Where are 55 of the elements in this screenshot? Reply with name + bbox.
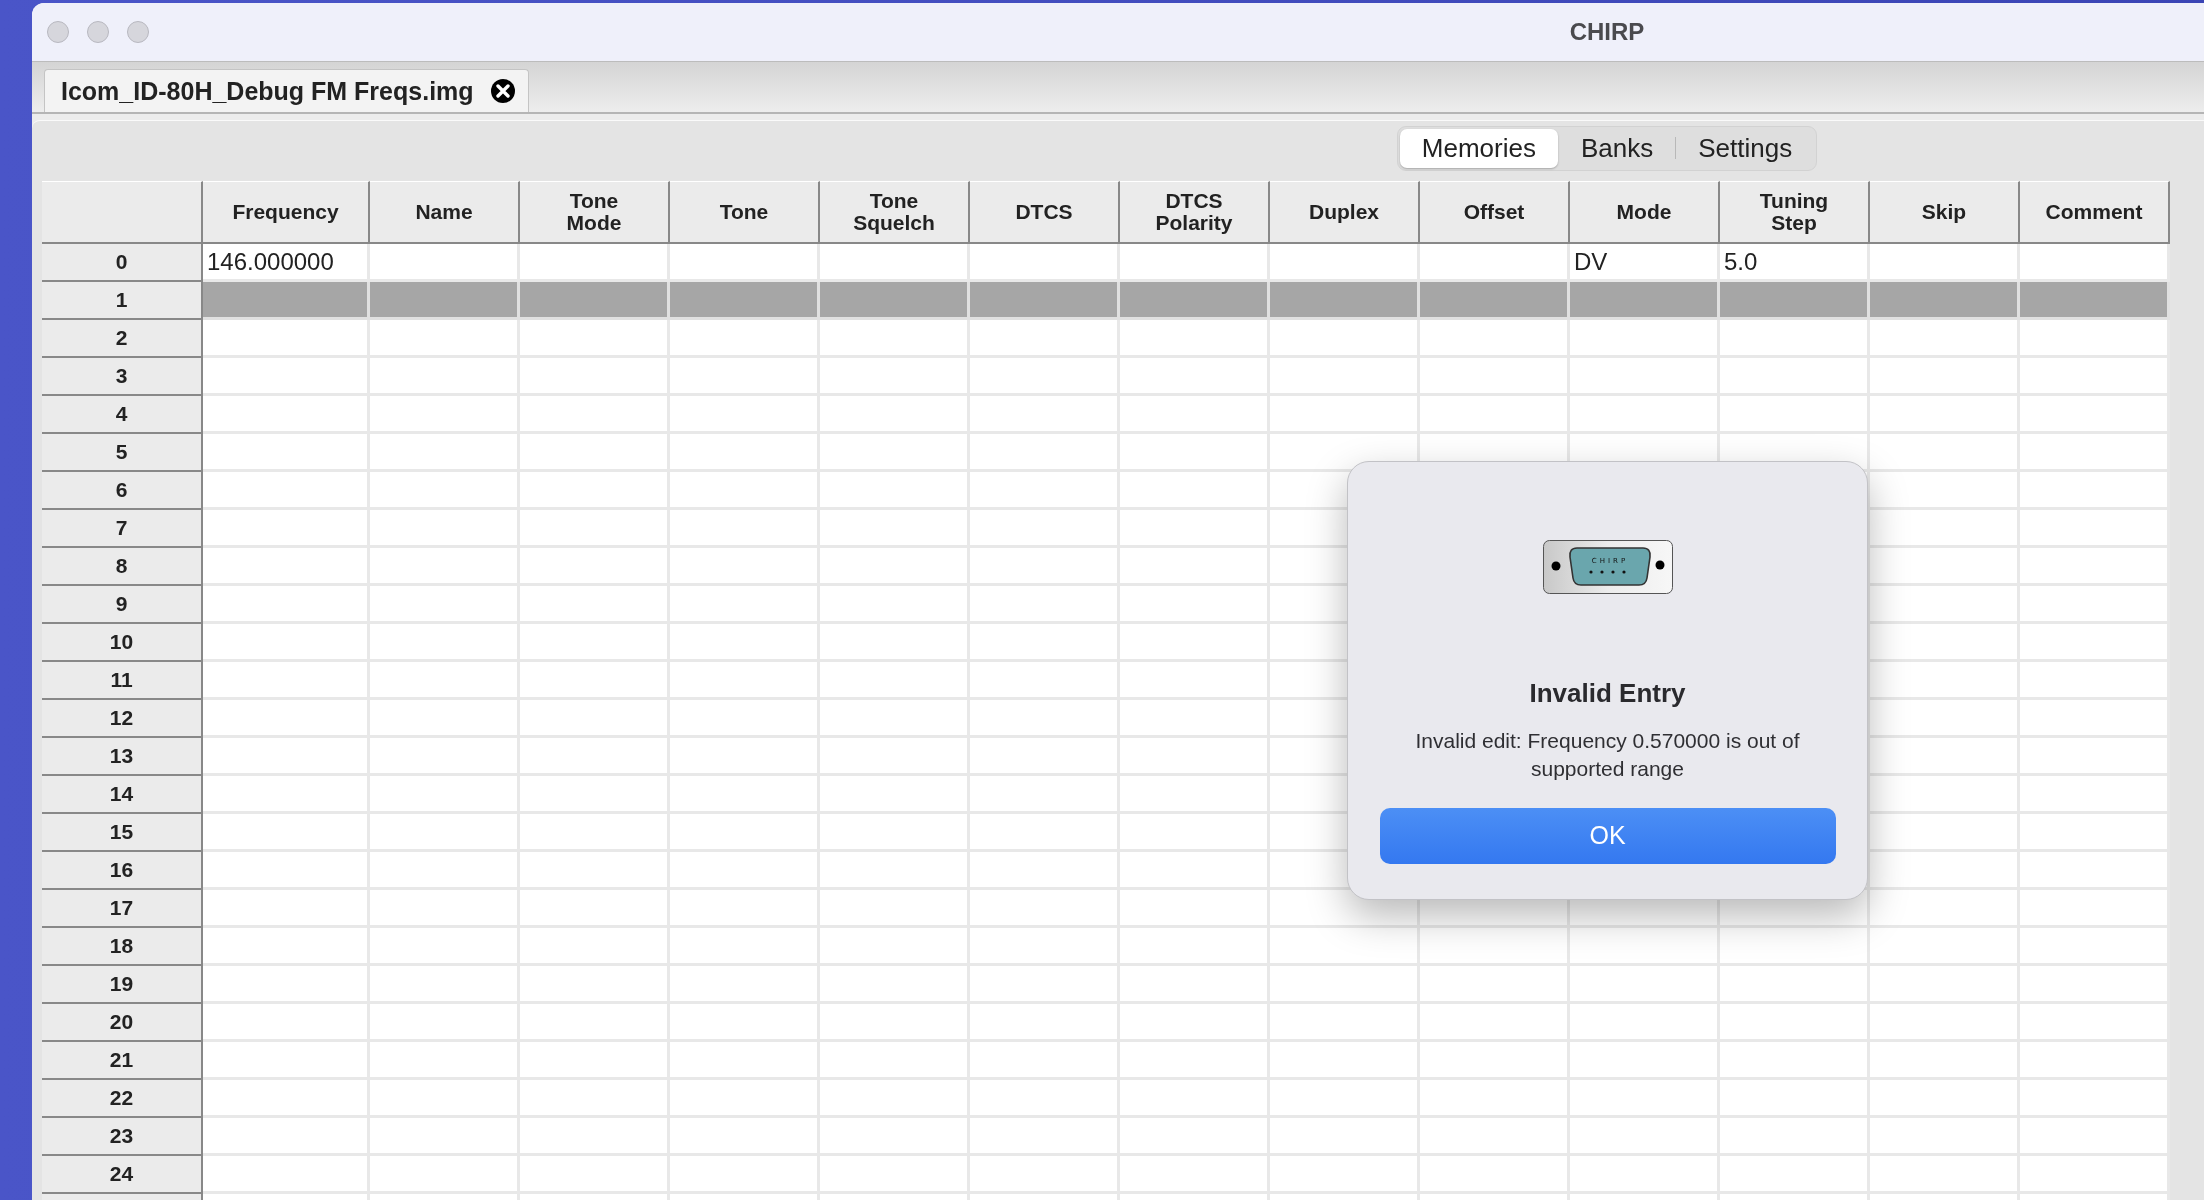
row-number[interactable]: 0 xyxy=(42,244,203,282)
column-header[interactable]: Tone Mode xyxy=(520,181,670,244)
row-number[interactable]: 16 xyxy=(42,852,203,890)
row-number[interactable]: 23 xyxy=(42,1118,203,1156)
row-number[interactable]: 5 xyxy=(42,434,203,472)
row-number[interactable]: 12 xyxy=(42,700,203,738)
ok-button[interactable]: OK xyxy=(1379,807,1836,864)
column-header[interactable]: Skip xyxy=(1870,181,2020,244)
table-cell: 5.0 xyxy=(1720,244,1870,282)
dialog-message: Invalid edit: Frequency 0.570000 is out of supported range xyxy=(1414,728,1801,783)
row-number[interactable]: 24 xyxy=(42,1156,203,1194)
column-header[interactable]: Offset xyxy=(1420,181,1570,244)
dialog-title: Invalid Entry xyxy=(1529,678,1686,709)
column-header[interactable]: DTCS xyxy=(970,181,1120,244)
row-number[interactable]: 17 xyxy=(42,890,203,928)
row-number[interactable]: 15 xyxy=(42,814,203,852)
close-window-button[interactable] xyxy=(47,21,69,43)
close-tab-icon[interactable] xyxy=(489,78,516,104)
column-header[interactable]: Tone Squelch xyxy=(820,181,970,244)
row-number[interactable]: 22 xyxy=(42,1080,203,1118)
view-tab[interactable]: Banks xyxy=(1558,128,1676,168)
row-number[interactable]: 1 xyxy=(42,282,203,320)
zoom-window-button[interactable] xyxy=(127,21,149,43)
row-number[interactable]: 14 xyxy=(42,776,203,814)
row-number[interactable]: 19 xyxy=(42,966,203,1004)
row-number[interactable]: 20 xyxy=(42,1004,203,1042)
row-number[interactable]: 6 xyxy=(42,472,203,510)
column-header[interactable]: Mode xyxy=(1570,181,1720,244)
window-title: CHIRP xyxy=(1569,18,1645,46)
column-header[interactable]: Comment xyxy=(2020,181,2170,244)
row-number[interactable]: 21 xyxy=(42,1042,203,1080)
column-header[interactable]: Duplex xyxy=(1270,181,1420,244)
row-number[interactable]: 10 xyxy=(42,624,203,662)
row-number[interactable]: 7 xyxy=(42,510,203,548)
row-number[interactable]: 8 xyxy=(42,548,203,586)
serial-connector-icon xyxy=(1542,540,1673,594)
row-number[interactable]: 13 xyxy=(42,738,203,776)
minimize-window-button[interactable] xyxy=(87,21,109,43)
row-number[interactable]: 2 xyxy=(42,320,203,358)
column-header[interactable]: Frequency xyxy=(203,181,370,244)
row-number[interactable]: 4 xyxy=(42,396,203,434)
view-tab[interactable]: Memories xyxy=(1399,128,1558,168)
row-number[interactable]: 9 xyxy=(42,586,203,624)
table-cell: 146.000000 xyxy=(203,244,370,282)
table-cell: DV xyxy=(1570,244,1720,282)
tab-label: Icom_ID-80H_Debug FM Freqs.img xyxy=(61,76,474,106)
row-number[interactable]: 18 xyxy=(42,928,203,966)
column-header[interactable]: Tone xyxy=(670,181,820,244)
row-number[interactable]: 3 xyxy=(42,358,203,396)
column-header[interactable]: DTCS Polarity xyxy=(1120,181,1270,244)
column-header[interactable]: Tuning Step xyxy=(1720,181,1870,244)
view-tab[interactable]: Settings xyxy=(1676,128,1815,168)
row-number[interactable]: 11 xyxy=(42,662,203,700)
document-tab[interactable]: Icom_ID-80H_Debug FM Freqs.img xyxy=(44,69,529,112)
column-header[interactable]: Name xyxy=(370,181,520,244)
